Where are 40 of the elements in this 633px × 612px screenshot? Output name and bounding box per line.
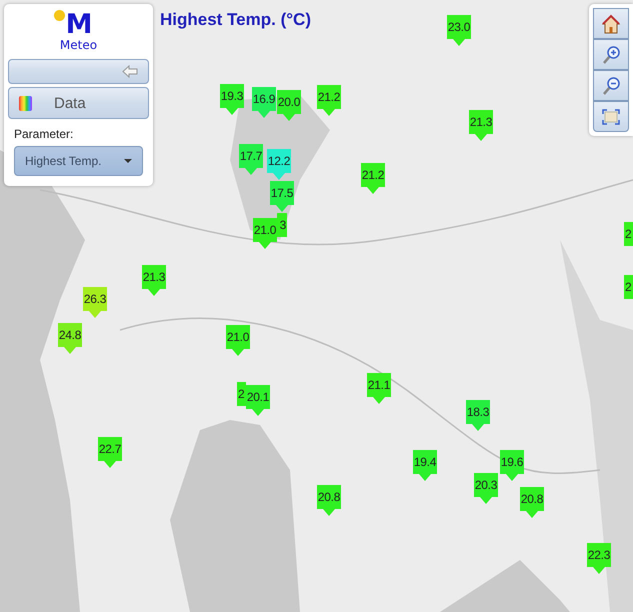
temperature-marker[interactable]: 24.8 — [58, 323, 82, 354]
temperature-marker[interactable]: 20.8 — [317, 485, 341, 516]
temperature-marker[interactable]: 21.3 — [142, 265, 166, 296]
left-arrow-icon — [122, 65, 138, 78]
logo: M Meteo — [56, 10, 100, 52]
zoom-in-icon — [601, 44, 621, 64]
temperature-marker[interactable]: 20.8 — [520, 487, 544, 518]
temperature-marker[interactable]: 18.3 — [466, 400, 490, 431]
zoom-out-button[interactable] — [593, 70, 629, 101]
temperature-marker[interactable]: 20.3 — [474, 473, 498, 504]
data-button[interactable]: Data — [8, 87, 149, 119]
parameter-label: Parameter: — [14, 127, 74, 141]
temperature-marker[interactable]: 21.1 — [367, 373, 391, 404]
temperature-marker[interactable]: 20.1 — [246, 385, 270, 416]
temperature-marker[interactable]: 2 — [237, 382, 246, 406]
temperature-marker[interactable]: 26.3 — [83, 287, 107, 318]
temperature-marker[interactable]: 3 — [277, 213, 287, 237]
temperature-marker[interactable]: 21.0 — [226, 325, 250, 356]
home-button[interactable] — [593, 8, 629, 39]
temperature-marker[interactable]: 19.3 — [220, 84, 244, 115]
zoom-out-icon — [601, 76, 621, 96]
temperature-marker[interactable]: 21.2 — [317, 85, 341, 116]
temperature-marker[interactable]: 2 — [624, 275, 633, 299]
caret-icon — [124, 159, 132, 163]
temperature-marker[interactable]: 19.6 — [500, 450, 524, 481]
temperature-marker[interactable]: 21.2 — [361, 163, 385, 194]
house-icon — [601, 14, 621, 34]
temperature-marker[interactable]: 22.7 — [98, 437, 122, 468]
temperature-marker[interactable]: 21.3 — [469, 110, 493, 141]
parameter-dropdown[interactable]: Highest Temp. — [14, 146, 143, 176]
zoom-extent-button[interactable] — [593, 101, 629, 132]
temperature-marker[interactable]: 23.0 — [447, 15, 471, 46]
color-spectrum-icon — [19, 96, 32, 110]
temperature-marker[interactable]: 19.4 — [413, 450, 437, 481]
temperature-marker[interactable]: 22.3 — [587, 543, 611, 574]
full-extent-icon — [602, 108, 620, 124]
zoom-in-button[interactable] — [593, 39, 629, 70]
temperature-marker[interactable]: 2 — [624, 222, 633, 246]
map-title: Highest Temp. (°C) — [160, 10, 311, 30]
temperature-marker[interactable]: 21.0 — [253, 218, 277, 249]
